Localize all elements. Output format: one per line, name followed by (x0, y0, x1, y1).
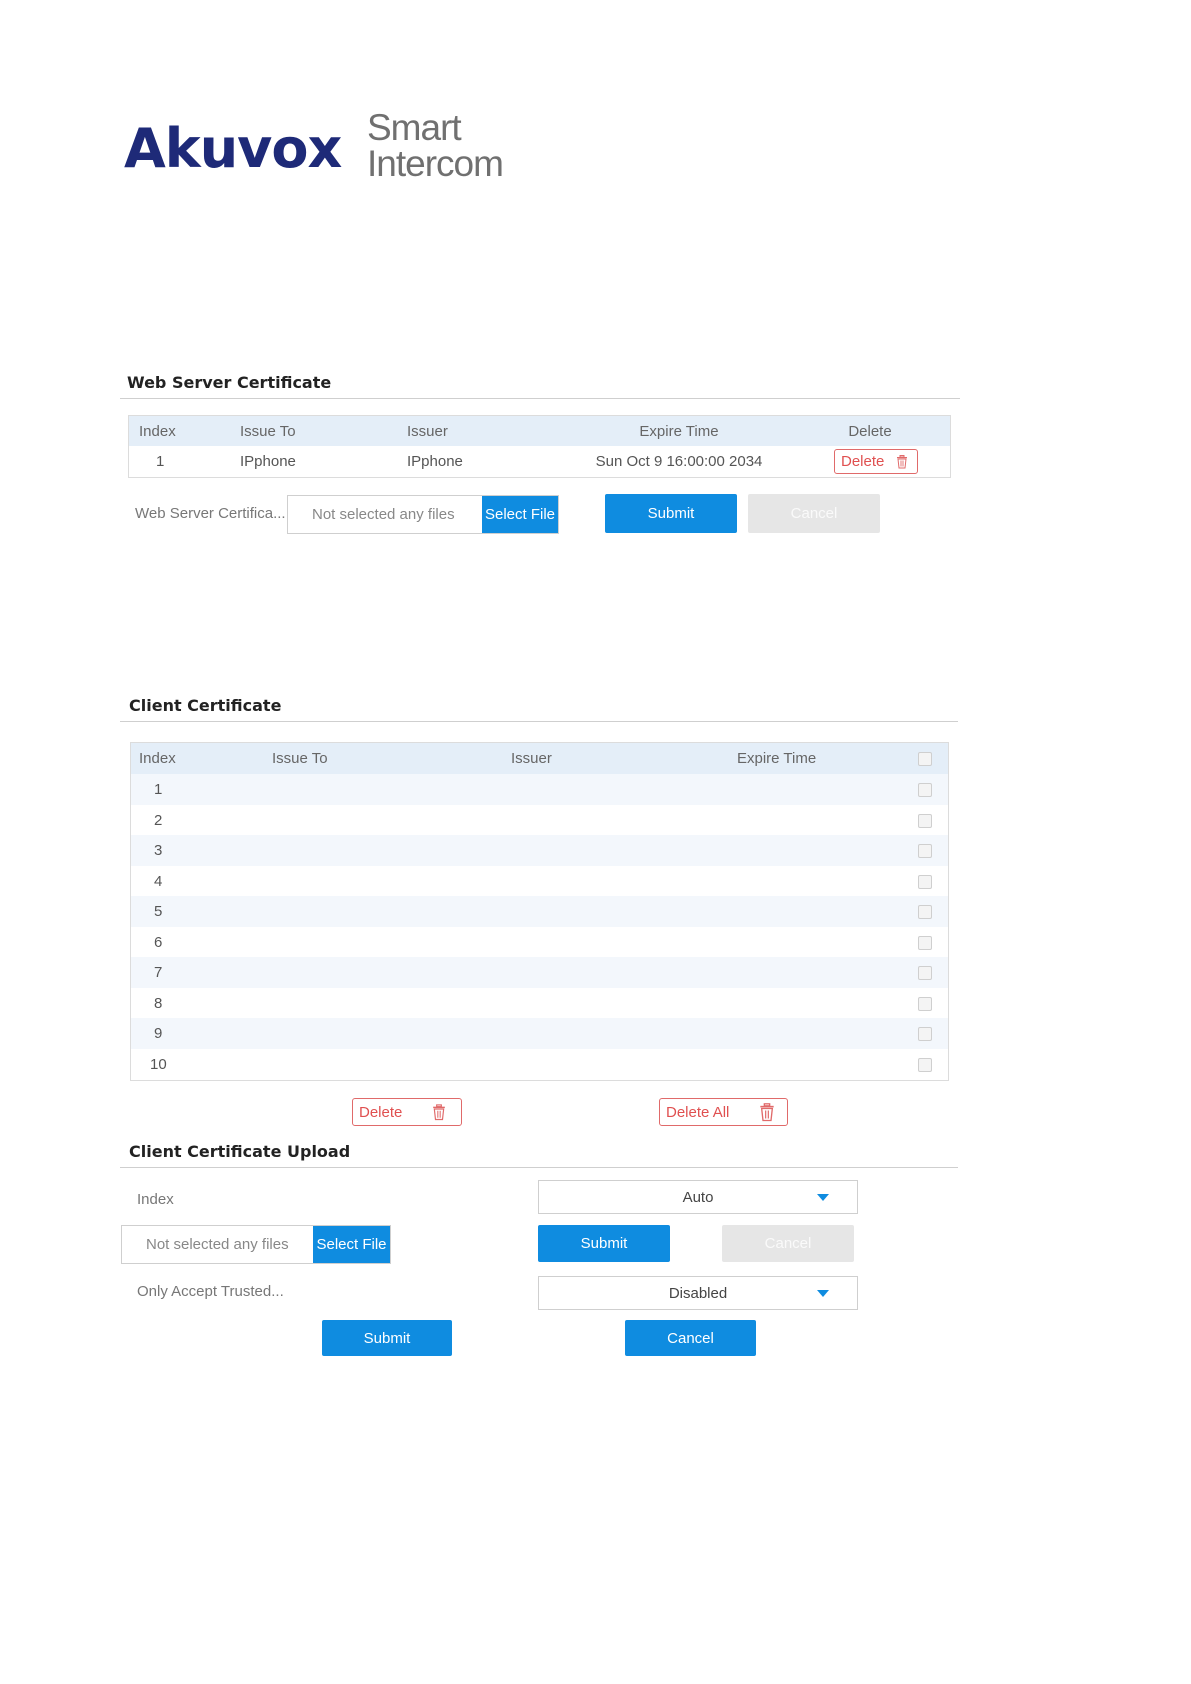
table-row: 10 (131, 1048, 948, 1079)
table-row: 1 (131, 774, 948, 805)
table-row: 2 (131, 804, 948, 835)
chevron-down-icon (817, 1290, 829, 1297)
web-server-file-field[interactable]: Not selected any files Select File (287, 495, 559, 534)
web-server-table: Index Issue To Issuer Expire Time Delete… (128, 415, 951, 478)
upload-file-field[interactable]: Not selected any files Select File (121, 1225, 391, 1264)
select-all-checkbox[interactable] (918, 752, 932, 766)
table-row: 6 (131, 926, 948, 957)
row-checkbox[interactable] (918, 1027, 932, 1041)
col-issuer: Issuer (511, 750, 552, 767)
row-index: 8 (154, 994, 163, 1012)
row-index: 7 (154, 964, 163, 981)
trash-icon (897, 454, 908, 468)
row-checkbox[interactable] (918, 783, 932, 797)
col-issuer: Issuer (407, 422, 448, 440)
chevron-down-icon (817, 1194, 829, 1201)
client-delete-button[interactable]: Delete (352, 1098, 462, 1126)
row-index: 1 (154, 781, 163, 798)
logo-tagline-line2: Intercom (367, 143, 504, 184)
cell-expire-time: Sun Oct 9 16:00:00 2034 (595, 453, 763, 470)
col-expire-time: Expire Time (737, 750, 817, 767)
table-row: 8 (131, 987, 948, 1018)
web-server-title: Web Server Certificate (127, 373, 332, 392)
upload-index-label: Index (137, 1191, 174, 1208)
col-index: Index (139, 750, 176, 767)
row-delete-button[interactable]: Delete (834, 449, 918, 474)
upload-cancel-button[interactable]: Cancel (722, 1225, 854, 1262)
row-checkbox[interactable] (918, 813, 932, 828)
row-index: 4 (154, 872, 163, 890)
web-server-upload-label: Web Server Certifica... (135, 505, 286, 522)
row-index: 6 (154, 933, 163, 951)
table-row: 9 (131, 1018, 948, 1049)
table-row: 4 (131, 865, 948, 896)
row-index: 9 (154, 1025, 163, 1042)
row-index: 5 (154, 903, 163, 920)
web-server-select-file-button[interactable]: Select File (482, 496, 558, 533)
web-server-cancel-button[interactable]: Cancel (748, 494, 880, 533)
col-issue-to: Issue To (240, 422, 296, 440)
client-cert-table: Index Issue To Issuer Expire Time 1 2 3 4 5 6… (130, 742, 949, 1081)
upload-file-placeholder: Not selected any files (146, 1236, 289, 1253)
web-server-submit-button[interactable]: Submit (605, 494, 737, 533)
cell-issue-to: IPphone (240, 453, 296, 470)
trash-icon (433, 1103, 446, 1120)
trusted-value: Disabled (668, 1284, 728, 1302)
row-checkbox[interactable] (918, 1057, 932, 1072)
logo-tagline: Smart Intercom (367, 107, 504, 184)
row-index: 2 (154, 811, 163, 829)
row-checkbox[interactable] (918, 996, 932, 1011)
upload-submit-button[interactable]: Submit (538, 1225, 670, 1262)
col-delete: Delete (848, 422, 892, 440)
upload-index-value: Auto (682, 1188, 714, 1206)
web-server-file-placeholder: Not selected any files (312, 506, 455, 523)
row-checkbox[interactable] (918, 905, 932, 919)
cell-issuer: IPphone (407, 453, 463, 470)
table-row: 3 (131, 835, 948, 866)
upload-title: Client Certificate Upload (129, 1142, 351, 1161)
upload-divider (120, 1167, 958, 1168)
row-index: 3 (154, 842, 163, 859)
trash-icon (760, 1102, 775, 1121)
cell-delete: Delete (790, 446, 950, 477)
cell-index: 1 (156, 453, 165, 470)
upload-index-select[interactable]: Auto (538, 1180, 858, 1214)
upload-cancel2-button[interactable]: Cancel (625, 1320, 756, 1356)
row-index: 10 (150, 1055, 167, 1073)
client-cert-divider (120, 721, 958, 722)
row-delete-label: Delete (841, 453, 885, 470)
upload-select-file-button[interactable]: Select File (313, 1226, 390, 1263)
client-delete-all-button[interactable]: Delete All (659, 1098, 788, 1126)
logo-brand: Akuvox (124, 117, 342, 180)
row-checkbox[interactable] (918, 935, 932, 950)
col-index: Index (139, 422, 176, 440)
client-cert-rows: 1 2 3 4 5 6 7 8 9 10 (131, 774, 948, 1079)
client-cert-title: Client Certificate (129, 696, 282, 715)
row-checkbox[interactable] (918, 844, 932, 858)
table-row: 5 (131, 896, 948, 927)
trusted-label: Only Accept Trusted... (137, 1283, 284, 1300)
col-expire-time: Expire Time (639, 422, 719, 440)
row-checkbox[interactable] (918, 966, 932, 980)
table-row: 7 (131, 957, 948, 988)
col-issue-to: Issue To (272, 750, 328, 767)
client-cert-header: Index Issue To Issuer Expire Time (131, 743, 948, 774)
client-delete-all-label: Delete All (666, 1103, 730, 1121)
upload-submit2-button[interactable]: Submit (322, 1320, 452, 1356)
row-checkbox[interactable] (918, 874, 932, 889)
logo-tagline-line1: Smart (367, 107, 462, 148)
trusted-select[interactable]: Disabled (538, 1276, 858, 1310)
web-server-divider (120, 398, 960, 399)
client-delete-label: Delete (359, 1103, 403, 1121)
